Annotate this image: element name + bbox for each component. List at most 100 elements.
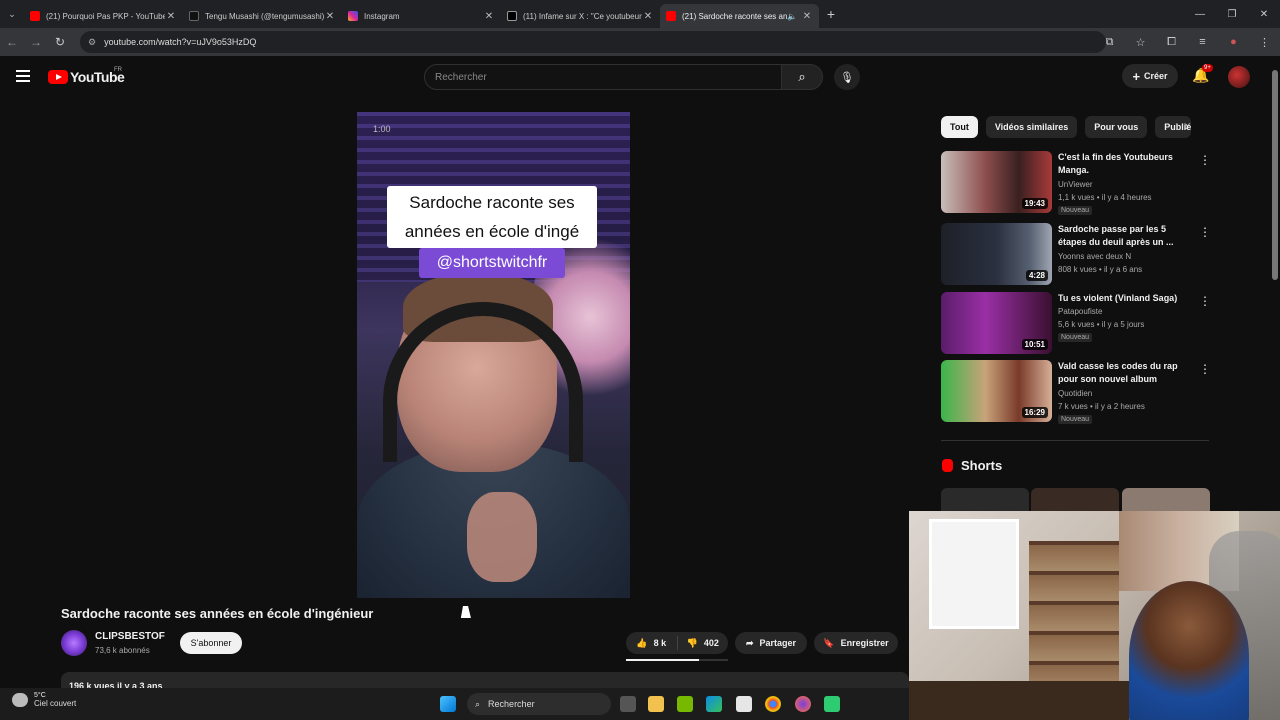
recommendation-title[interactable]: Vald casse les codes du rap pour son nou… [1058, 360, 1186, 386]
new-badge: Nouveau [1058, 415, 1093, 424]
task-view-icon[interactable] [620, 696, 636, 712]
youtube-logo[interactable]: YouTube FR [48, 67, 125, 85]
profile-icon[interactable]: ● [1218, 36, 1249, 48]
recommendation-title[interactable]: Sardoche passe par les 5 étapes du deuil… [1058, 223, 1186, 249]
account-avatar[interactable] [1228, 66, 1250, 88]
plus-icon: + [1132, 68, 1141, 84]
new-badge: Nouveau [1058, 333, 1093, 342]
thumbs-down-icon: 👎 [686, 637, 698, 648]
close-tab-icon[interactable]: ✕ [324, 11, 336, 22]
install-app-icon[interactable]: ⧉ [1094, 36, 1125, 49]
chip-similar[interactable]: Vidéos similaires [985, 116, 1078, 138]
dislike-button[interactable]: 👎 402 [678, 638, 729, 649]
recommendation-meta: 808 k vues • il y a 6 ans [1058, 265, 1143, 274]
new-tab-button[interactable]: + [819, 6, 843, 22]
youtube-play-logo-icon [48, 70, 68, 84]
webcam-desk [909, 681, 1129, 720]
voice-search-button[interactable]: 🎙 [834, 64, 860, 90]
chip-all[interactable]: Tout [941, 116, 978, 138]
file-explorer-icon[interactable] [648, 696, 664, 712]
like-button[interactable]: 👍 8 k [626, 636, 678, 650]
more-options-icon[interactable]: ⋮ [1199, 153, 1211, 167]
search-icon: ⌕ [475, 698, 481, 709]
close-tab-icon[interactable]: ✕ [801, 11, 813, 22]
recommendation-item[interactable]: 16:29 Vald casse les codes du rap pour s… [941, 360, 1211, 424]
recommendation-channel[interactable]: UnViewer [1058, 180, 1093, 189]
windows-start-icon[interactable] [440, 696, 456, 712]
recommendation-item[interactable]: 10:51 Tu es violent (Vinland Saga) Patap… [941, 292, 1211, 354]
recommendation-item[interactable]: 4:28 Sardoche passe par les 5 étapes du … [941, 223, 1211, 285]
browser-tab[interactable]: Instagram ✕ [342, 4, 501, 28]
url-field[interactable]: ⚙ youtube.com/watch?v=uJV9o53HzDQ [80, 31, 1106, 53]
channel-avatar[interactable] [61, 630, 87, 656]
video-thumbnail[interactable]: 10:51 [941, 292, 1052, 354]
browser-tab[interactable]: Tengu Musashi (@tengumusashi) ✕ [183, 4, 342, 28]
search-input[interactable]: Rechercher [424, 64, 782, 90]
address-bar-row: ← → ↻ ⚙ youtube.com/watch?v=uJV9o53HzDQ … [0, 28, 1280, 56]
weather-widget[interactable]: 5°C Ciel couvert [12, 692, 76, 708]
video-player[interactable]: 1:00 Sardoche raconte ses années en écol… [357, 112, 630, 598]
bookmark-star-icon[interactable]: ☆ [1125, 36, 1156, 49]
search-placeholder: Rechercher [435, 72, 487, 83]
browser-tab-active[interactable]: (21) Sardoche raconte ses années 🔈 ✕ [660, 4, 819, 28]
chevron-right-icon[interactable]: › [1185, 119, 1189, 133]
close-window-icon[interactable]: ✕ [1248, 9, 1280, 20]
taskbar-search[interactable]: ⌕ Rechercher [467, 693, 611, 715]
search-button[interactable]: ⌕ [781, 64, 823, 90]
save-button[interactable]: 🔖 Enregistrer [814, 632, 898, 654]
channel-name[interactable]: CLIPSBESTOF [95, 631, 165, 642]
caption-line: années en école d'ingé [404, 222, 580, 241]
browser-tab[interactable]: (21) Pourquoi Pas PKP - YouTube ✕ [24, 4, 183, 28]
close-tab-icon[interactable]: ✕ [642, 11, 654, 22]
minimize-icon[interactable]: — [1184, 9, 1216, 20]
browser-menu-icon[interactable]: ⋮ [1249, 36, 1280, 49]
video-thumbnail[interactable]: 4:28 [941, 223, 1052, 285]
reading-list-icon[interactable]: ≡ [1187, 36, 1218, 48]
browser-tab[interactable]: (11) Infame sur X : "Ce youtubeur ✕ [501, 4, 660, 28]
x-favicon-icon [507, 11, 517, 21]
video-thumbnail[interactable]: 16:29 [941, 360, 1052, 422]
maximize-icon[interactable]: ❐ [1216, 9, 1248, 20]
more-options-icon[interactable]: ⋮ [1199, 225, 1211, 239]
video-thumbnail[interactable]: 19:43 [941, 151, 1052, 213]
more-options-icon[interactable]: ⋮ [1199, 362, 1211, 376]
speaker-icon[interactable]: 🔈 [787, 12, 797, 21]
cloud-icon [12, 693, 28, 707]
tab-title: (11) Infame sur X : "Ce youtubeur [523, 11, 642, 21]
related-filter-chips: Tout Vidéos similaires Pour vous Publié [941, 116, 1192, 138]
app-icon[interactable] [824, 696, 840, 712]
search-icon: ⌕ [798, 69, 806, 84]
nvidia-icon[interactable] [677, 696, 693, 712]
recommendation-item[interactable]: 19:43 C'est la fin des Youtubeurs Manga.… [941, 151, 1211, 215]
video-duration: 10:51 [1021, 339, 1048, 350]
edge-icon[interactable] [706, 696, 722, 712]
subscribe-button[interactable]: S'abonner [180, 632, 242, 654]
close-tab-icon[interactable]: ✕ [165, 11, 177, 22]
share-button[interactable]: ➦ Partager [735, 632, 807, 654]
close-tab-icon[interactable]: ✕ [483, 11, 495, 22]
forward-icon[interactable]: → [24, 35, 48, 49]
recommendation-title[interactable]: C'est la fin des Youtubeurs Manga. [1058, 151, 1186, 177]
create-button[interactable]: + Créer [1122, 64, 1178, 88]
chip-for-you[interactable]: Pour vous [1085, 116, 1148, 138]
recommendation-channel[interactable]: Yoonns avec deux N [1058, 252, 1131, 261]
video-title: Sardoche raconte ses années en école d'i… [61, 606, 374, 621]
extensions-icon[interactable]: ⧠ [1156, 36, 1187, 49]
tab-search-chevron-icon[interactable]: ⌄ [0, 0, 24, 28]
reload-icon[interactable]: ↻ [48, 35, 72, 49]
video-duration: 4:28 [1025, 270, 1048, 281]
firefox-icon[interactable] [795, 696, 811, 712]
chrome-icon[interactable] [765, 696, 781, 712]
bookmark-icon: 🔖 [823, 637, 835, 648]
site-info-icon[interactable]: ⚙ [88, 37, 96, 48]
page-scrollbar[interactable] [1271, 60, 1279, 280]
shorts-logo-icon [942, 459, 953, 472]
recommendation-channel[interactable]: Quotidien [1058, 389, 1092, 398]
recommendation-title[interactable]: Tu es violent (Vinland Saga) [1058, 292, 1186, 305]
back-icon[interactable]: ← [0, 35, 24, 49]
menu-icon[interactable] [16, 70, 30, 85]
country-code: FR [114, 67, 122, 73]
more-options-icon[interactable]: ⋮ [1199, 294, 1211, 308]
recommendation-channel[interactable]: Patapoufiste [1058, 307, 1102, 316]
store-icon[interactable] [736, 696, 752, 712]
